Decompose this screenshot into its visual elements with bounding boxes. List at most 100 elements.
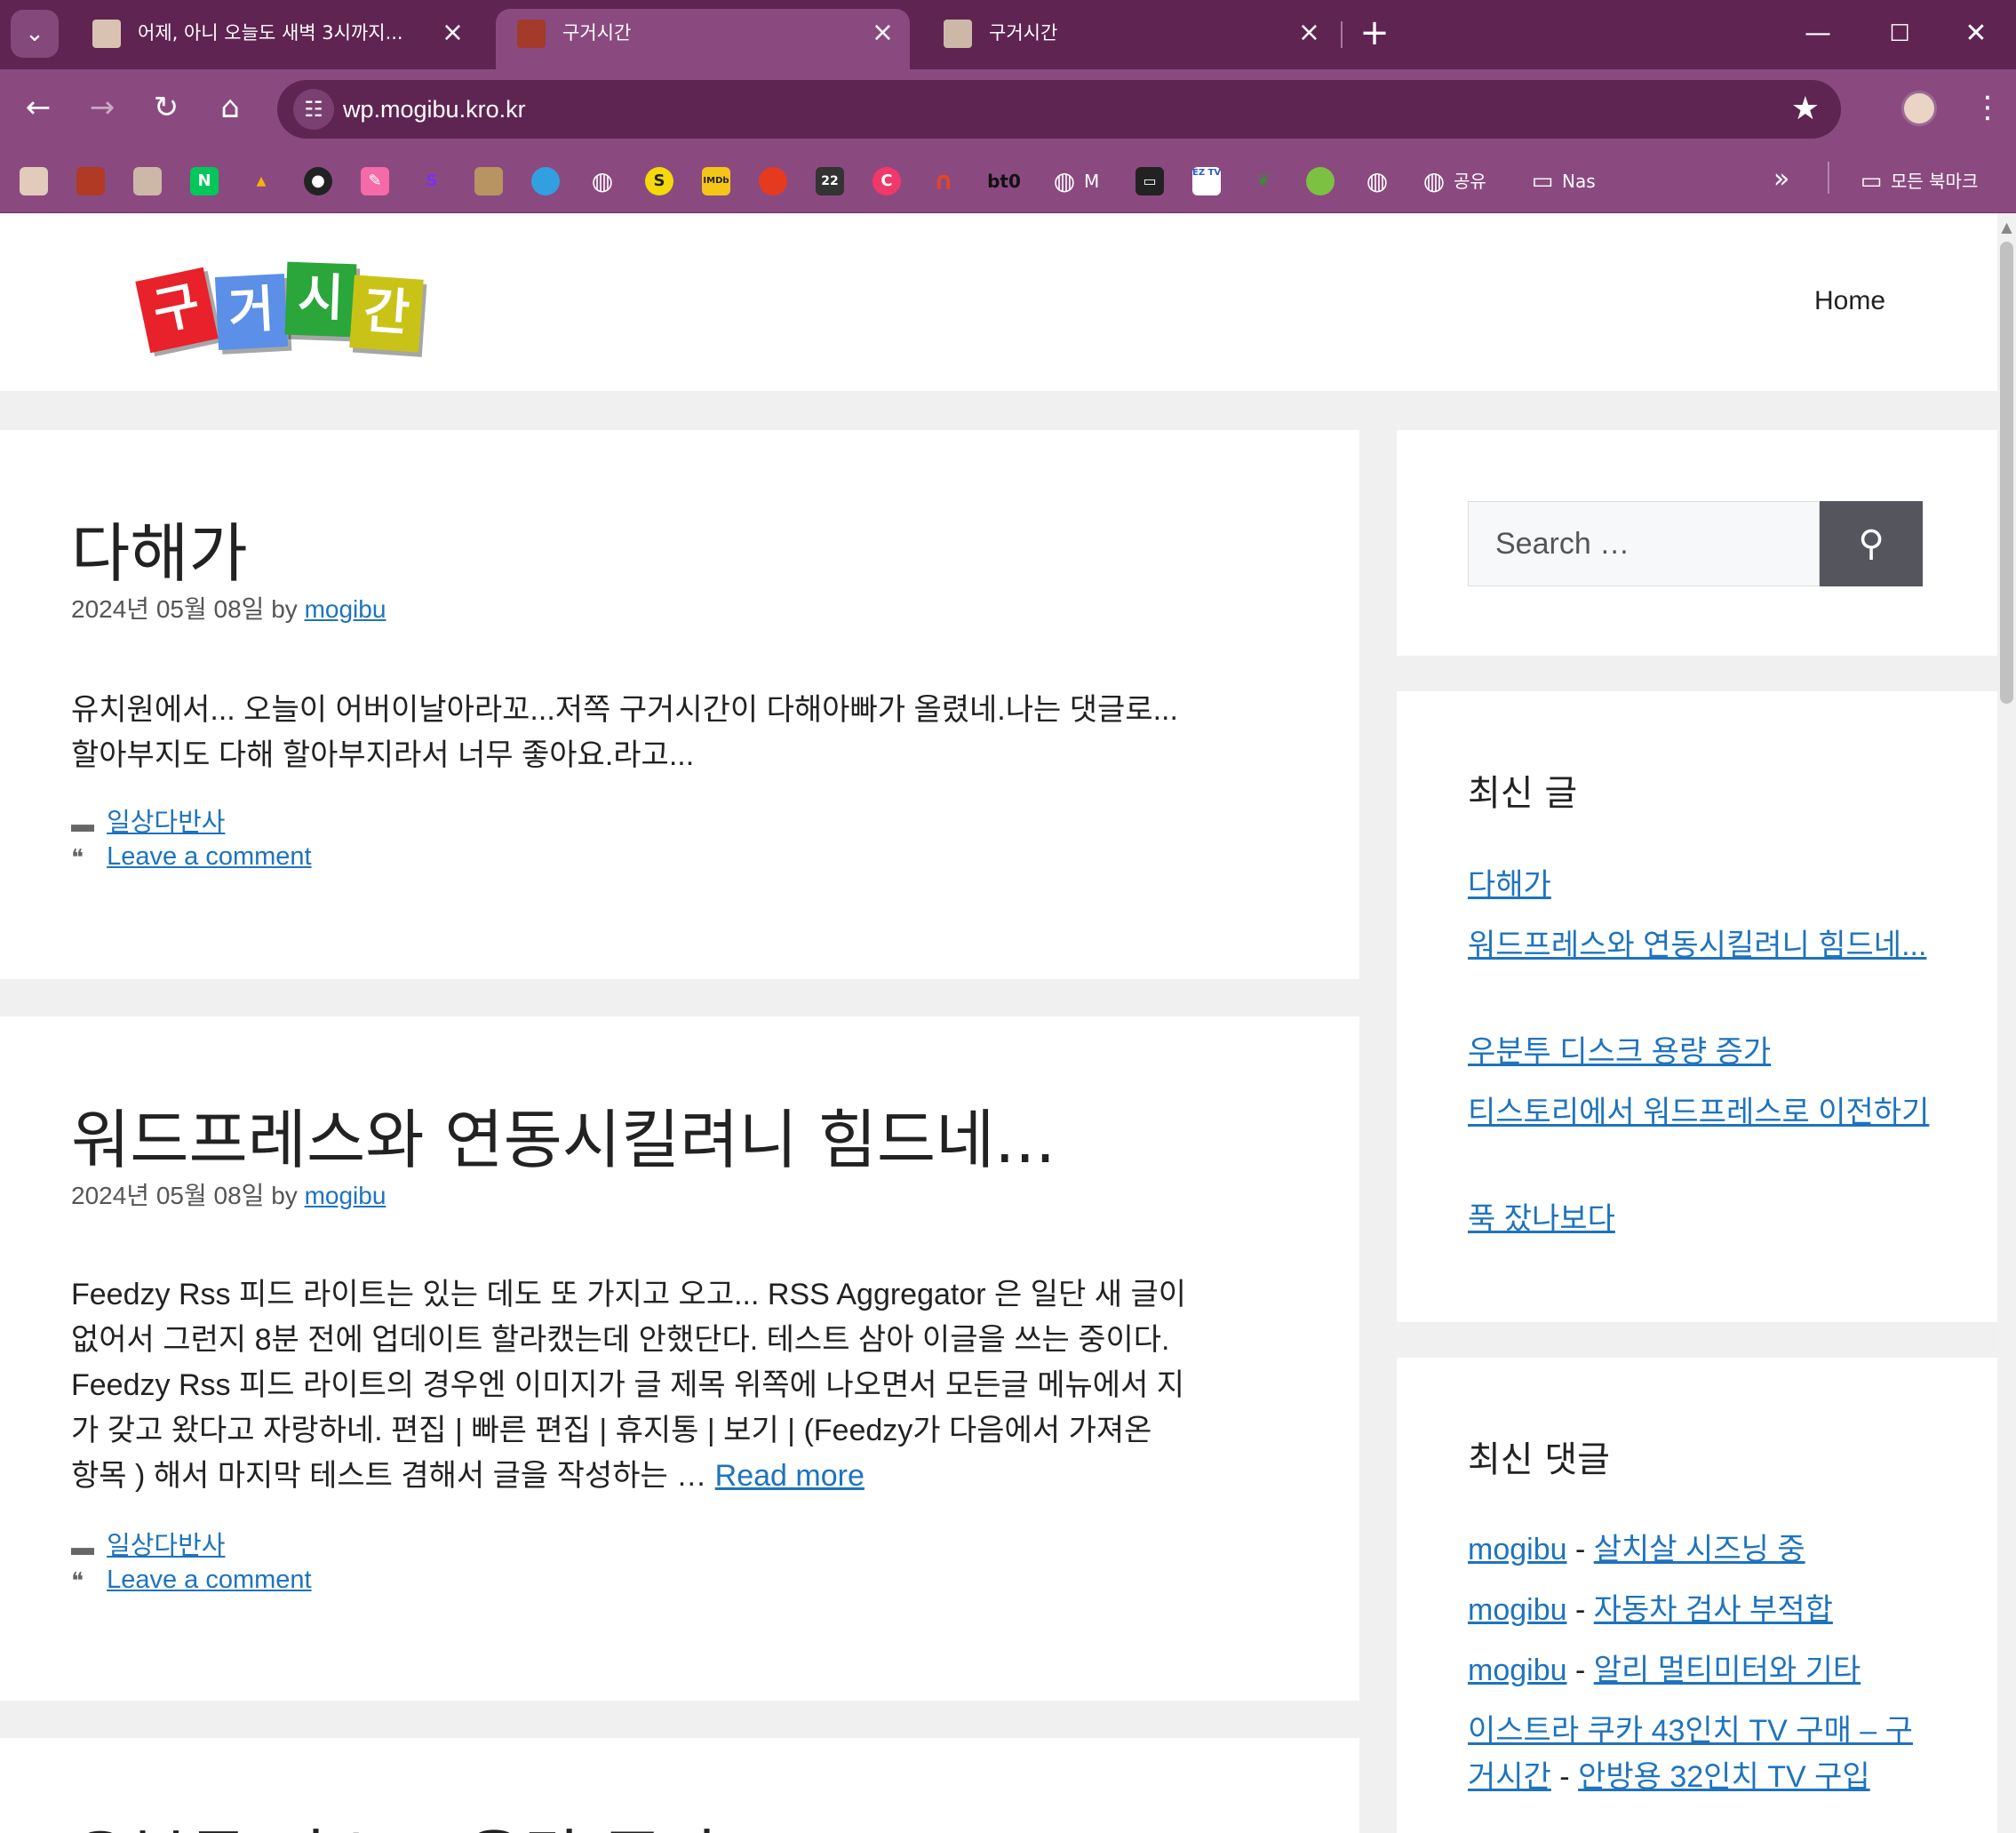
bookmark-pma[interactable]: ▲ <box>247 163 275 195</box>
recent-post-item: 우분투 디스크 용량 증가 <box>1468 1029 1939 1075</box>
maximize-button[interactable]: ☐ <box>1859 9 1940 59</box>
comment-separator: - <box>1574 1533 1586 1566</box>
tab-2[interactable]: 구거시간 × <box>496 9 910 69</box>
bookmark-c-pink[interactable]: C <box>873 163 901 195</box>
profile-avatar[interactable] <box>1901 91 1937 126</box>
more-bookmarks-button[interactable]: » <box>1773 163 1789 195</box>
all-bookmarks-button[interactable]: ▭ 모든 북마크 <box>1857 163 1979 195</box>
reload-icon[interactable]: ↻ <box>140 82 192 133</box>
read-more-link[interactable]: Read more <box>715 1459 865 1493</box>
recent-post-link[interactable]: 우분투 디스크 용량 증가 <box>1468 1035 1771 1069</box>
recent-post-link[interactable]: 푹 잤나보다 <box>1468 1202 1615 1236</box>
tab-3[interactable]: 구거시간 × <box>922 9 1336 69</box>
post-category-link[interactable]: 일상다반사 <box>107 809 225 837</box>
back-icon[interactable]: ← <box>12 82 64 133</box>
comment-author-link[interactable]: mogibu <box>1468 1533 1567 1566</box>
comment-post-link[interactable]: 살치살 시즈닝 중 <box>1594 1533 1805 1566</box>
bookmark-pixel[interactable] <box>76 163 105 195</box>
globe-icon: ◍ <box>591 165 614 195</box>
nav-home-link[interactable]: Home <box>1814 286 1885 316</box>
search-input[interactable]: Search … <box>1468 501 1820 586</box>
bookmark-github[interactable]: ● <box>304 163 332 195</box>
bookmark-label: 공유 <box>1454 170 1486 192</box>
bookmark-tomato[interactable] <box>759 163 787 195</box>
recent-comment-item: mogibu - 자동차 검사 부적합 <box>1468 1587 1939 1633</box>
bookmark-imdb[interactable]: IMDb <box>702 163 730 195</box>
leave-comment-link[interactable]: Leave a comment <box>107 1566 312 1594</box>
bookmark-eztv[interactable]: EZ TV <box>1192 163 1221 195</box>
site-info-icon[interactable]: ☷ <box>293 89 334 130</box>
address-bar[interactable]: ☷ wp.mogibu.kro.kr ★ <box>277 80 1841 139</box>
post-author-link[interactable]: mogibu <box>305 1182 386 1209</box>
recent-post-item: 티스토리에서 워드프레스로 이전하기 <box>1468 1089 1939 1136</box>
post-category-link[interactable]: 일상다반사 <box>107 1532 225 1560</box>
bookmark-globe-2[interactable]: ◍ <box>1363 163 1391 195</box>
s-yellow-icon: S <box>645 166 673 195</box>
scroll-up-arrow-icon[interactable]: ▲ <box>1999 219 2014 236</box>
house-icon <box>474 166 503 195</box>
post-by: by <box>271 1182 298 1209</box>
recent-post-link[interactable]: 티스토리에서 워드프레스로 이전하기 <box>1468 1096 1929 1129</box>
recent-post-link[interactable]: 다해가 <box>1468 868 1551 902</box>
bt0-icon: bt0 <box>987 170 1021 192</box>
post-date: 2024년 05월 08일 <box>71 1182 265 1209</box>
bookmark-nas[interactable]: ▭ Nas <box>1528 163 1596 195</box>
post-title[interactable]: 워드프레스와 연동시킬려니 힘드네... <box>71 1088 1056 1181</box>
minimize-button[interactable]: — <box>1777 9 1859 59</box>
chrome-like-icon <box>531 166 560 195</box>
bookmark-magnet[interactable]: ∩ <box>929 163 958 195</box>
bookmark-face[interactable] <box>133 163 162 195</box>
bookmark-leaf[interactable]: ❦ <box>1249 163 1278 195</box>
close-window-button[interactable]: ✕ <box>1940 9 2012 59</box>
bookmark-s-yellow[interactable]: S <box>645 163 673 195</box>
forward-icon[interactable]: → <box>76 82 128 133</box>
comment-author-link[interactable]: mogibu <box>1468 1593 1567 1627</box>
comment-author-link[interactable]: mogibu <box>1468 1654 1567 1687</box>
tab-strip: ⌄ 어제, 아니 오늘도 새벽 3시까지... × 구거시간 × 구거시간 × … <box>0 0 2016 69</box>
post-title[interactable]: 다해가 <box>71 501 248 594</box>
logo-tile: 시 <box>284 261 357 338</box>
post-title[interactable]: 우분투 디스크 용량 증가 <box>71 1807 721 1833</box>
tab-list-button[interactable]: ⌄ <box>11 10 59 58</box>
close-tab-icon[interactable]: × <box>442 9 464 57</box>
recent-post-item: 푹 잤나보다 <box>1468 1196 1939 1242</box>
pixel-art-icon <box>76 166 105 195</box>
bookmark-calendar[interactable]: 22 <box>816 163 844 195</box>
new-tab-button[interactable]: + <box>1352 9 1397 57</box>
browser-chrome: ⌄ 어제, 아니 오늘도 새벽 3시까지... × 구거시간 × 구거시간 × … <box>0 0 2016 213</box>
menu-kebab-icon[interactable]: ⋮ <box>1972 82 2003 133</box>
bookmark-globe-1[interactable]: ◍ <box>588 163 617 195</box>
calendar-icon: 22 <box>816 166 844 195</box>
site-logo[interactable]: 구 거 시 간 <box>135 256 433 358</box>
close-tab-icon[interactable]: × <box>872 9 894 57</box>
bookmark-pencil[interactable]: ✎ <box>361 163 389 195</box>
bookmark-share[interactable]: ◍ 공유 <box>1420 163 1486 195</box>
comment-post-link[interactable]: 자동차 검사 부적합 <box>1594 1593 1833 1627</box>
bookmark-s-purple[interactable]: S <box>418 163 446 195</box>
globe-icon: ◍ <box>1422 165 1446 195</box>
tab-title: 구거시간 <box>989 22 1058 44</box>
comment-post-link[interactable]: 알리 멀티미터와 기타 <box>1594 1654 1861 1687</box>
bookmark-star-icon[interactable]: ★ <box>1791 80 1820 139</box>
search-button[interactable]: ⚲ <box>1820 501 1923 586</box>
address-text[interactable]: wp.mogibu.kro.kr <box>343 80 526 139</box>
comment-post-link[interactable]: 안방용 32인치 TV 구입 <box>1578 1760 1870 1794</box>
bookmark-house[interactable] <box>474 163 503 195</box>
recent-post-item: 다해가 <box>1468 862 1939 908</box>
bookmark-monitor[interactable]: ▭ <box>1135 163 1164 195</box>
bookmark-green-ball[interactable] <box>1306 163 1335 195</box>
close-tab-icon[interactable]: × <box>1298 9 1320 57</box>
bookmark-avatar[interactable] <box>20 163 48 195</box>
scrollbar-thumb[interactable] <box>2000 242 2013 704</box>
post-author-link[interactable]: mogibu <box>305 595 386 623</box>
search-widget: Search … ⚲ <box>1397 430 1997 656</box>
bookmark-chrome-like[interactable] <box>531 163 560 195</box>
home-icon[interactable]: ⌂ <box>204 82 256 133</box>
bookmark-bt0[interactable]: bt0 <box>986 163 1022 195</box>
s-purple-icon: S <box>426 171 438 190</box>
recent-post-link[interactable]: 워드프레스와 연동시킬려니 힘드네... <box>1468 928 1926 962</box>
bookmark-naver[interactable]: N <box>190 163 219 195</box>
bookmark-m[interactable]: ◍ M <box>1050 163 1099 195</box>
tab-1[interactable]: 어제, 아니 오늘도 새벽 3시까지... × <box>71 9 480 69</box>
leave-comment-link[interactable]: Leave a comment <box>107 842 312 871</box>
